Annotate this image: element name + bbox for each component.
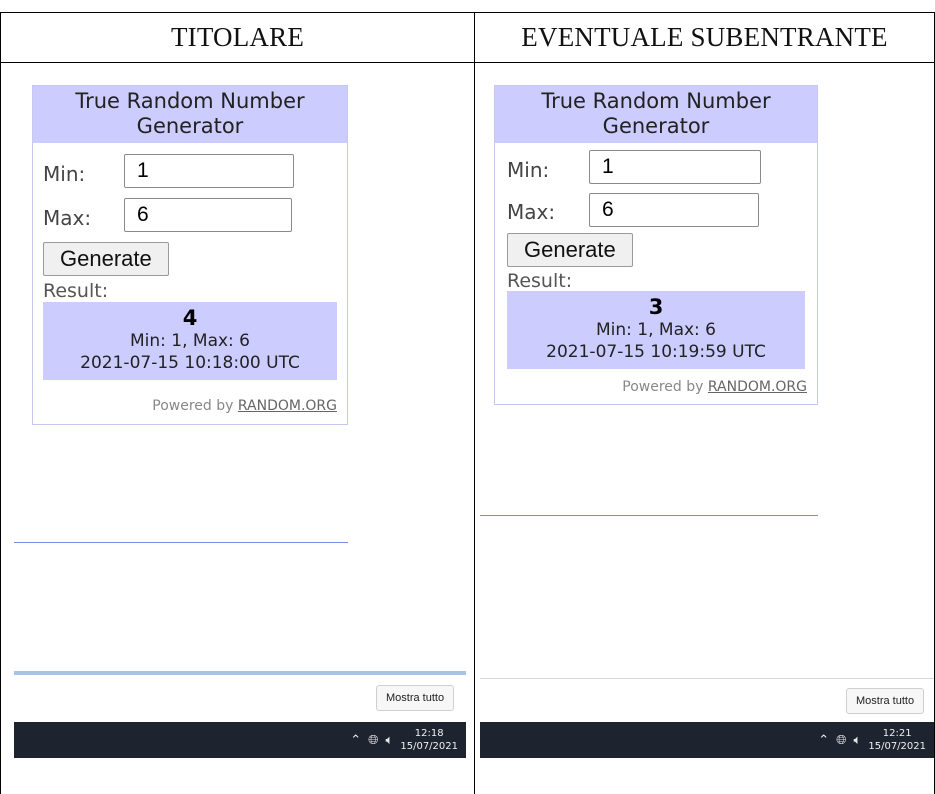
- result-box: 4 Min: 1, Max: 6 2021-07-15 10:18:00 UTC: [43, 302, 337, 380]
- result-range: Min: 1, Max: 6: [129, 331, 250, 351]
- page-divider-line: [480, 515, 818, 516]
- min-input[interactable]: [124, 154, 294, 188]
- system-tray: ⌃ 🌐︎ 🔈︎ 12:18 15/07/2021: [350, 722, 458, 758]
- min-label: Min:: [507, 158, 550, 182]
- widget-title: True Random Number Generator: [33, 86, 347, 143]
- download-bar-edge: [14, 671, 466, 675]
- min-label: Min:: [43, 162, 86, 186]
- chevron-up-icon[interactable]: ⌃: [818, 733, 829, 748]
- clock-date: 15/07/2021: [400, 741, 458, 752]
- clock-time: 12:21: [882, 728, 912, 739]
- result-timestamp: 2021-07-15 10:18:00 UTC: [80, 353, 300, 373]
- globe-network-icon[interactable]: 🌐︎: [836, 733, 846, 748]
- max-label: Max:: [43, 206, 92, 230]
- taskbar-clock[interactable]: 12:18 15/07/2021: [400, 727, 458, 753]
- windows-taskbar: ⌃ 🌐︎ 🔈︎ 12:21 15/07/2021: [480, 722, 934, 758]
- widget-title: True Random Number Generator: [495, 86, 817, 143]
- powered-by: Powered by RANDOM.ORG: [152, 398, 337, 414]
- min-input[interactable]: [589, 150, 761, 184]
- taskbar-clock[interactable]: 12:21 15/07/2021: [868, 727, 926, 753]
- powered-by-text: Powered by: [622, 379, 704, 395]
- result-box: 3 Min: 1, Max: 6 2021-07-15 10:19:59 UTC: [507, 291, 805, 369]
- column-header-subentrante: EVENTUALE SUBENTRANTE: [521, 21, 888, 52]
- max-input[interactable]: [124, 198, 292, 232]
- globe-network-icon[interactable]: 🌐︎: [368, 733, 378, 748]
- generate-button[interactable]: Generate: [43, 242, 169, 276]
- random-org-link[interactable]: RANDOM.ORG: [708, 379, 807, 395]
- download-bar-edge: [480, 678, 934, 679]
- chevron-up-icon[interactable]: ⌃: [350, 733, 361, 748]
- table-header-divider: [0, 62, 935, 63]
- clock-date: 15/07/2021: [868, 741, 926, 752]
- result-number: 3: [648, 295, 664, 319]
- table-left-border: [0, 12, 1, 794]
- result-range: Min: 1, Max: 6: [595, 320, 716, 340]
- generate-button[interactable]: Generate: [507, 233, 633, 267]
- result-number: 4: [182, 306, 198, 330]
- table-column-divider: [474, 12, 475, 794]
- clock-time: 12:18: [414, 728, 444, 739]
- page-divider-line: [14, 542, 348, 543]
- system-tray: ⌃ 🌐︎ 🔈︎ 12:21 15/07/2021: [818, 722, 926, 758]
- speaker-icon[interactable]: 🔈︎: [854, 733, 862, 748]
- windows-taskbar: ⌃ 🌐︎ 🔈︎ 12:18 15/07/2021: [14, 722, 466, 758]
- result-label: Result:: [507, 270, 573, 292]
- powered-by: Powered by RANDOM.ORG: [622, 379, 807, 395]
- column-header-titolare: TITOLARE: [170, 21, 305, 52]
- show-all-button[interactable]: Mostra tutto: [376, 685, 455, 711]
- random-number-widget: True Random Number Generator Min: Max: G…: [32, 85, 348, 425]
- max-input[interactable]: [589, 193, 759, 227]
- random-org-link[interactable]: RANDOM.ORG: [238, 398, 337, 414]
- result-timestamp: 2021-07-15 10:19:59 UTC: [546, 342, 766, 362]
- powered-by-text: Powered by: [152, 398, 234, 414]
- speaker-icon[interactable]: 🔈︎: [386, 733, 394, 748]
- random-number-widget: True Random Number Generator Min: Max: G…: [494, 85, 818, 405]
- result-label: Result:: [43, 280, 109, 302]
- show-all-button[interactable]: Mostra tutto: [846, 688, 925, 714]
- max-label: Max:: [507, 200, 556, 224]
